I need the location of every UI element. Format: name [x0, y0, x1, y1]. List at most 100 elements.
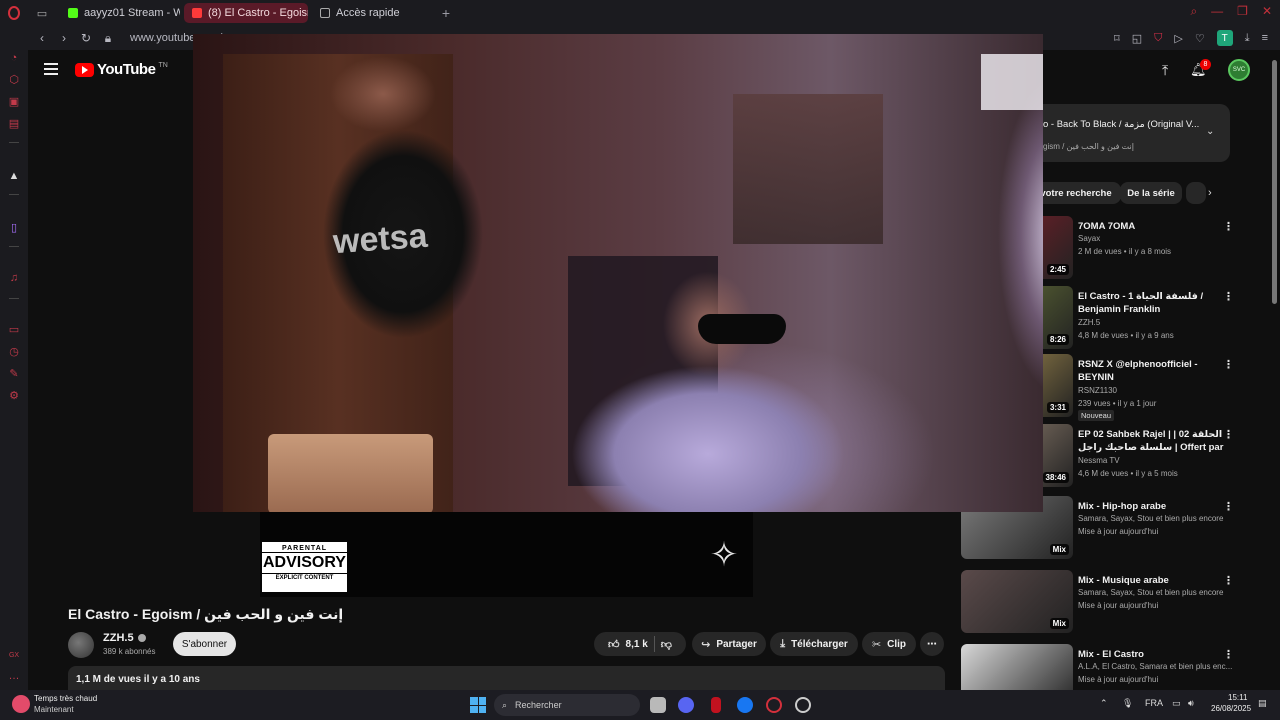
recommendation-channel[interactable]: ZZH.5 — [1078, 318, 1236, 327]
file-explorer-icon[interactable] — [650, 697, 666, 713]
start-windows-icon[interactable] — [470, 697, 486, 713]
recommendation-thumbnail[interactable] — [961, 644, 1073, 690]
recommendation-channel[interactable]: RSNZ1130 — [1078, 386, 1236, 395]
recommendation-item[interactable]: Mix - El Castro A.L.A, El Castro, Samara … — [961, 644, 1251, 690]
volume-icon[interactable]: 🔊︎ — [1188, 698, 1194, 709]
search-tabs-icon[interactable]: ⌕ — [1190, 4, 1197, 19]
bookmark-icon[interactable]: ⌑ — [1114, 32, 1120, 45]
settings-gear-icon[interactable]: ⚙ — [8, 390, 20, 402]
news-icon[interactable]: ▤ — [8, 118, 20, 130]
close-icon[interactable]: ✕ — [1262, 4, 1272, 19]
video-thumbnail[interactable]: PARENTAL ADVISORY EXPLICIT CONTENT ✧ — [260, 512, 753, 597]
tab-acces-rapide[interactable]: Accès rapide — [312, 3, 432, 23]
more-vertical-icon[interactable]: ⋮ — [1223, 500, 1234, 513]
wallet-icon[interactable]: ▣ — [8, 96, 20, 108]
more-vertical-icon[interactable]: ⋮ — [1223, 428, 1234, 441]
webcam-video-overlay[interactable]: wetsa — [193, 34, 1043, 512]
chevron-right-icon[interactable]: › — [1208, 187, 1212, 199]
recommendation-title[interactable]: El Castro - 1 فلسفة الحياة / Benjamin Fr… — [1078, 290, 1228, 316]
clock-date[interactable]: 26/08/2025 — [1211, 704, 1251, 713]
more-vertical-icon[interactable]: ⋮ — [1223, 648, 1234, 661]
twitch-icon[interactable]: ▯ — [8, 222, 20, 234]
steam-icon[interactable] — [795, 697, 811, 713]
gx-icon[interactable]: GX — [8, 650, 20, 662]
opera-gx-taskbar-icon[interactable] — [766, 697, 782, 713]
clock-time[interactable]: 15:11 — [1228, 693, 1247, 702]
clip-button[interactable]: ✂ Clip — [862, 632, 916, 656]
opera-logo-icon[interactable] — [0, 0, 28, 26]
download-button[interactable]: ⤓ Télécharger — [770, 632, 858, 656]
chip-votre-recherche[interactable]: votre recherche — [1031, 182, 1121, 204]
chip-de-la-serie[interactable]: De la série — [1120, 182, 1182, 204]
recommendation-channel[interactable]: Samara, Sayax, Stou et bien plus encore — [1078, 588, 1236, 597]
back-icon[interactable]: ‹ — [36, 31, 48, 45]
chip-more[interactable] — [1186, 182, 1206, 204]
share-button[interactable]: ↪ Partager — [692, 632, 766, 656]
ai-aria-icon[interactable]: ◔ — [8, 52, 20, 64]
channel-name[interactable]: ZZH.5 — [103, 632, 146, 644]
recommendation-title[interactable]: Mix - Musique arabe — [1078, 574, 1228, 587]
more-vertical-icon[interactable]: ⋮ — [1223, 358, 1234, 371]
recommendation-title[interactable]: Mix - El Castro — [1078, 648, 1228, 661]
snapshot-icon[interactable]: ◱ — [1132, 32, 1142, 45]
like-count[interactable]: 8,1 k — [626, 639, 648, 650]
microphone-icon[interactable]: 🎙︎ — [1122, 698, 1133, 709]
more-icon[interactable]: … — [8, 670, 20, 682]
network-icon[interactable]: ▭ — [1172, 698, 1181, 709]
more-vertical-icon[interactable]: ⋮ — [1223, 574, 1234, 587]
recommendation-title[interactable]: Mix - Hip-hop arabe — [1078, 500, 1228, 513]
weather-title[interactable]: Temps très chaud — [34, 694, 97, 703]
hamburger-menu-icon[interactable] — [44, 63, 58, 75]
minimize-icon[interactable]: — — [1211, 4, 1223, 19]
forward-icon[interactable]: › — [58, 31, 70, 45]
upload-icon[interactable]: ⤒ — [1162, 62, 1168, 79]
notifications-icon[interactable]: ▤ — [1258, 698, 1267, 709]
recommendation-title[interactable]: EP 02 Sahbek Rajel | | 02 الحلقة سلسلة ص… — [1078, 428, 1228, 456]
thumbs-up-icon[interactable]: 👍︎ — [608, 638, 620, 651]
weather-icon[interactable] — [12, 695, 30, 713]
new-tab-button[interactable]: + — [436, 5, 456, 21]
more-vertical-icon[interactable]: ⋮ — [1223, 290, 1234, 303]
extension-t-icon[interactable]: T — [1216, 30, 1233, 46]
youtube-logo[interactable]: YouTube TN — [75, 61, 168, 78]
download-icon[interactable]: ⤓ — [1245, 32, 1250, 45]
more-actions-button[interactable]: ⋯ — [920, 632, 944, 656]
description-box[interactable]: 1,1 M de vues il y a 10 ans — [68, 666, 945, 690]
recommendation-channel[interactable]: Nessma TV — [1078, 456, 1236, 465]
chevron-down-icon[interactable]: ⌄ — [1206, 126, 1214, 137]
channel-avatar[interactable] — [68, 632, 94, 658]
thumbs-down-icon[interactable]: 👎︎ — [661, 638, 672, 651]
taskbar-search[interactable]: ⌕ Rechercher — [494, 694, 640, 716]
extensions-icon[interactable]: ⬡ — [8, 74, 20, 86]
subscribe-button[interactable]: S'abonner — [173, 632, 236, 656]
recommendation-channel[interactable]: Samara, Sayax, Stou et bien plus encore — [1078, 514, 1236, 523]
play-icon[interactable]: ▷ — [1174, 32, 1182, 45]
app-red-icon[interactable] — [711, 697, 721, 713]
vpn-shield-icon[interactable]: ⛉ — [1154, 32, 1162, 45]
recommendation-channel[interactable]: Sayax — [1078, 234, 1236, 243]
gaming-icon[interactable]: ▭ — [8, 324, 20, 336]
tab-youtube-video[interactable]: (8) El Castro - Egoism — [184, 3, 308, 23]
account-avatar[interactable]: SVC — [1228, 59, 1250, 81]
recommendation-title[interactable]: 7OMA 7OMA — [1078, 220, 1228, 233]
tray-chevron-up-icon[interactable]: ⌃ — [1100, 698, 1108, 709]
reload-icon[interactable]: ↻ — [80, 31, 92, 45]
maximize-icon[interactable]: ❐ — [1237, 4, 1248, 19]
pinboard-icon[interactable]: ✎ — [8, 368, 20, 380]
tab-workspaces[interactable]: ▭ — [28, 3, 56, 23]
menu-icon[interactable]: ≡ — [1262, 32, 1268, 44]
discord-icon[interactable] — [678, 697, 694, 713]
heart-icon[interactable]: ♡ — [1195, 32, 1205, 45]
recommendation-item[interactable]: Mix Mix - Musique arabe Samara, Sayax, Sto… — [961, 570, 1251, 638]
recommendation-thumbnail[interactable]: Mix — [961, 570, 1073, 633]
more-vertical-icon[interactable]: ⋮ — [1223, 220, 1234, 233]
player-icon[interactable]: ♫ — [8, 272, 20, 284]
page-scrollbar[interactable] — [1272, 60, 1277, 304]
recommendation-title[interactable]: RSNZ X @elphenoofficiel - BEYNIN — [1078, 358, 1228, 384]
facebook-icon[interactable] — [737, 697, 753, 713]
history-icon[interactable]: ◷ — [8, 346, 20, 358]
recommendation-channel[interactable]: A.L.A, El Castro, Samara et bien plus en… — [1078, 662, 1236, 671]
tiktok-icon[interactable]: ▲ — [8, 170, 20, 182]
playlist-next-card[interactable]: o - Back To Black / مزمة (Original V... … — [1031, 104, 1230, 162]
language-indicator[interactable]: FRA — [1145, 698, 1163, 708]
